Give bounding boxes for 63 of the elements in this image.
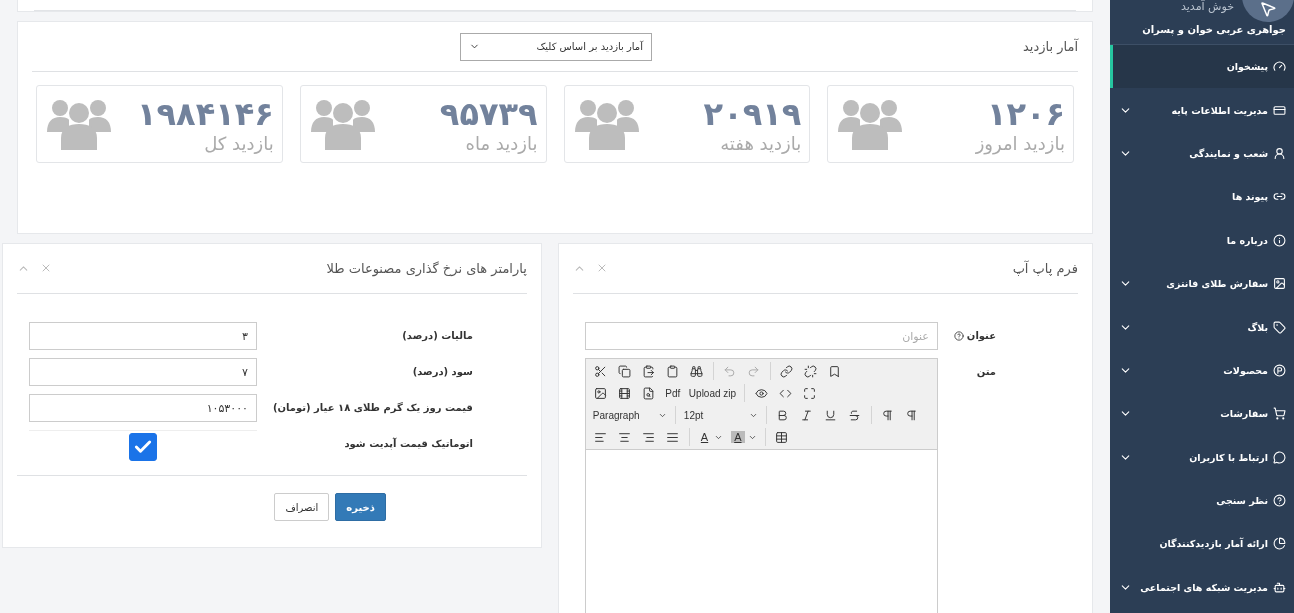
menu-icon xyxy=(1273,103,1286,117)
menu-icon xyxy=(1273,537,1286,551)
block-format-select[interactable]: Paragraph xyxy=(589,405,670,425)
font-size-select[interactable]: 12pt xyxy=(680,405,761,425)
stats-filter-select[interactable]: آمار بازدید بر اساس کلیک xyxy=(460,32,652,61)
users-icon xyxy=(47,98,111,150)
sidebar-item[interactable]: درباره ما xyxy=(1110,218,1294,262)
background-color-button[interactable]: A xyxy=(728,427,760,447)
sidebar-item[interactable]: محصولات xyxy=(1110,348,1294,393)
auto-update-checkbox[interactable] xyxy=(129,433,157,461)
menu-icon xyxy=(1273,277,1286,291)
stat-label: بازدید ماه xyxy=(464,132,538,154)
sidebar-item[interactable]: ارائه آمار بازدیدکنندگان xyxy=(1110,522,1294,566)
sidebar-item[interactable]: مدیریت شبکه های اجتماعی xyxy=(1110,565,1294,610)
stat-value: ۹۵۷۳۹ xyxy=(439,94,538,133)
cancel-button[interactable]: انصراف xyxy=(274,493,330,521)
panel-title: پارامتر های نرخ گذاری مصنوعات طلا xyxy=(326,261,527,276)
card-title: آمار بازدید xyxy=(1022,39,1078,54)
field-label: مالیات (درصد) xyxy=(401,329,473,341)
sidebar-item[interactable]: ارتباط با کاربران xyxy=(1110,435,1294,479)
sidebar-item[interactable]: بلاگ xyxy=(1110,305,1294,349)
menu-icon xyxy=(1273,580,1286,594)
sidebar-item[interactable]: پیوند ها xyxy=(1110,175,1294,219)
sidebar-item[interactable]: نظر سنجی xyxy=(1110,478,1294,523)
title-input[interactable]: عنوان xyxy=(584,322,938,350)
users-icon xyxy=(574,98,639,150)
users-icon xyxy=(838,98,903,150)
field-label: سود (درصد) xyxy=(411,365,473,377)
stat-label: بازدید کل xyxy=(203,132,274,154)
menu-icon xyxy=(1273,450,1286,464)
field-label: قیمت روز یک گرم طلای ۱۸ عیار (تومان) xyxy=(273,401,473,413)
menu-icon xyxy=(1273,320,1286,334)
field-label: متن xyxy=(975,365,996,377)
menu-icon xyxy=(1273,363,1286,377)
users-icon xyxy=(310,98,375,150)
number-input[interactable]: ۱۰۵۳۰۰۰ xyxy=(29,394,257,422)
menu-icon xyxy=(1273,233,1286,247)
save-button[interactable]: ذخیره xyxy=(335,493,386,521)
help-icon xyxy=(953,330,964,341)
stat-value: ۲۰۹۱۹ xyxy=(703,94,802,133)
panel-title: فرم پاپ آپ xyxy=(1012,261,1078,276)
stat-value: ۱۹۸۴۱۴۶ xyxy=(137,94,274,133)
number-input[interactable]: ۷ xyxy=(29,358,257,386)
checkbox-label: اتوماتیک قیمت آپدیت شود xyxy=(343,436,473,449)
menu-icon xyxy=(1273,60,1286,74)
sidebar-item[interactable]: مدیریت اطلاعات پایه xyxy=(1110,88,1294,132)
pdf-button[interactable]: Pdf xyxy=(661,383,684,403)
number-input[interactable]: ۳ xyxy=(29,322,257,350)
sidebar-item[interactable]: سفارشات xyxy=(1110,392,1294,436)
stat-value: ۱۲۰۶ xyxy=(985,94,1065,133)
sidebar-item[interactable]: شعب و نمایندگی xyxy=(1110,131,1294,176)
stat-label: بازدید هفته xyxy=(719,132,802,154)
menu-icon xyxy=(1273,146,1286,160)
menu-icon xyxy=(1273,494,1286,508)
user-name: جواهری عربی خوان و پسران xyxy=(1141,24,1286,35)
menu-icon xyxy=(1273,407,1286,421)
sidebar-item[interactable]: سفارش طلای فانتزی xyxy=(1110,261,1294,306)
welcome-text: خوش آمدید xyxy=(1180,0,1234,13)
field-label: عنوان xyxy=(953,322,996,341)
stat-label: بازدید امروز xyxy=(975,132,1065,154)
text-color-button[interactable]: A xyxy=(694,427,727,447)
sidebar-item[interactable]: پیشخوان xyxy=(1110,45,1294,89)
upload-zip-button[interactable]: Upload zip xyxy=(685,383,740,403)
